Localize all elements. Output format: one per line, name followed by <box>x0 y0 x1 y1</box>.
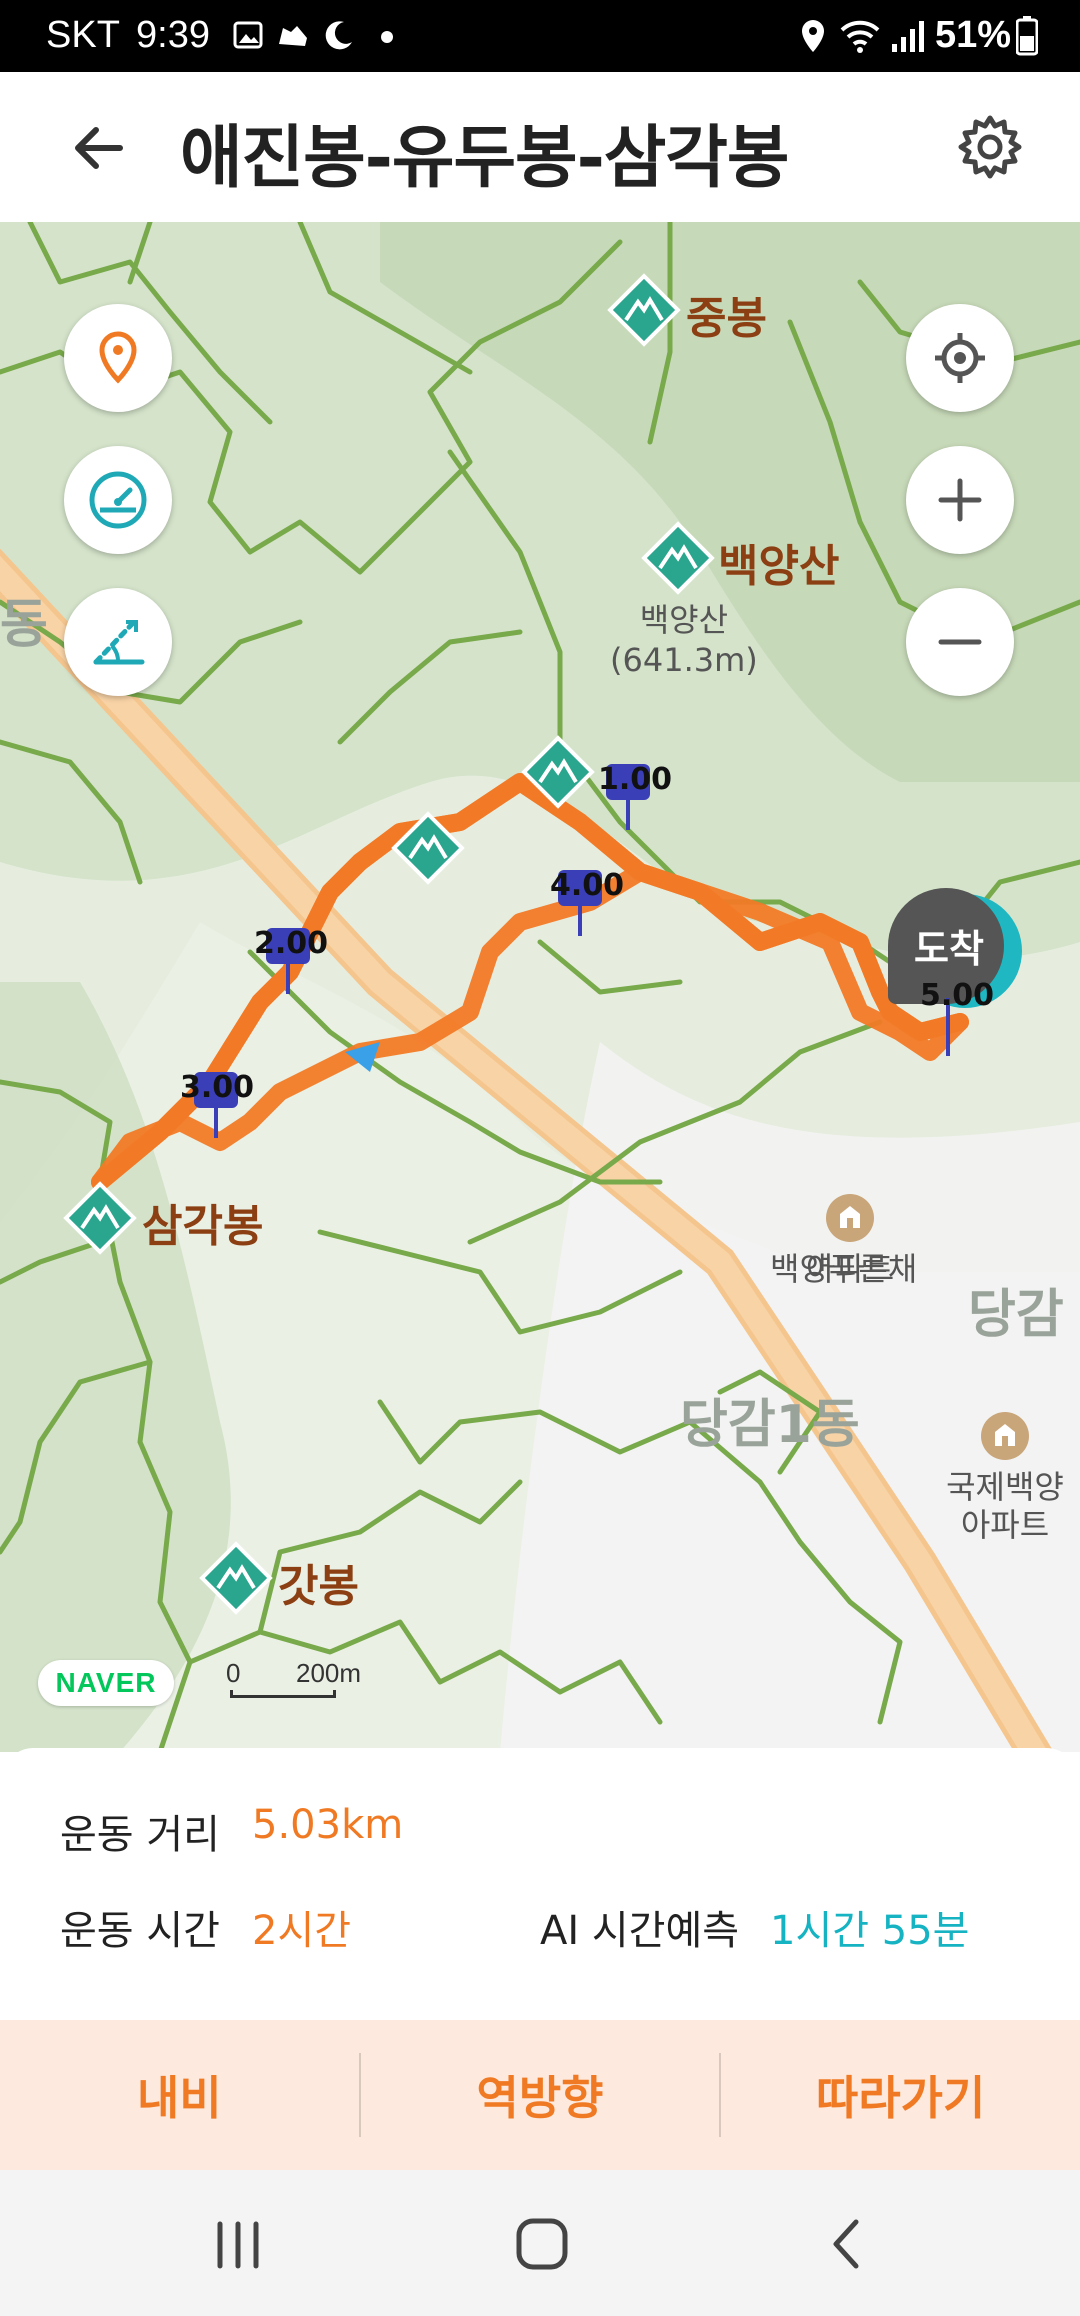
recent-apps-icon[interactable] <box>212 2220 264 2270</box>
navi-button[interactable]: 내비 <box>0 2020 359 2170</box>
naver-logo-text: NAVER <box>55 1667 157 1698</box>
distance-label: 운동 거리 <box>60 1812 220 1858</box>
zoom-in-button[interactable] <box>906 446 1014 554</box>
km-marker: 1.00 <box>598 762 672 836</box>
stats-panel: 운동 거리 5.03km 운동 시간 2시간 AI 시간예측 1시간 55분 <box>0 1748 1080 2018</box>
plus-icon <box>938 478 982 522</box>
status-bar: SKT 9:39 51% <box>0 0 1080 72</box>
peak-label: 삼각봉 <box>142 1201 264 1252</box>
shoe-icon <box>279 26 307 46</box>
peak-elevation-value: (641.3m) <box>610 641 758 679</box>
area-label-danggam: 당감 <box>968 1285 1064 1345</box>
dot-icon <box>381 31 393 43</box>
peak-label: 중봉 <box>686 293 767 344</box>
back-icon[interactable] <box>826 2218 866 2270</box>
poi-apartment[interactable]: 국제백양 아파트 <box>925 1410 1080 1544</box>
clock-text: 9:39 <box>136 14 210 56</box>
poi-apartment[interactable]: 백양푸른채 아파트 <box>770 1192 930 1288</box>
poi-label-line2: 아파트 <box>960 1506 1050 1544</box>
gallery-icon <box>233 21 263 49</box>
map-view[interactable]: 동 당감1동 당감 중봉 백양산 백양산 (641.3m) 삼각봉 갓봉 백양푸… <box>0 222 1080 1752</box>
area-label-danggam1: 당감1동 <box>680 1395 860 1455</box>
scale-zero: 0 <box>226 1658 241 1688</box>
mountain-icon <box>199 1541 273 1615</box>
my-location-button[interactable] <box>906 304 1014 412</box>
ai-estimate-label: AI 시간예측 <box>540 1908 740 1954</box>
mountain-icon[interactable] <box>388 808 468 888</box>
distance-value: 5.03km <box>252 1802 404 1848</box>
wifi-icon <box>840 20 880 53</box>
km-marker: 5.00 <box>918 978 994 1062</box>
location-icon <box>802 20 824 52</box>
peak-marker-jungbong[interactable]: 중봉 <box>604 270 767 354</box>
map-pin-icon <box>99 331 137 384</box>
reverse-button[interactable]: 역방향 <box>361 2020 720 2170</box>
mountain-icon <box>641 521 715 595</box>
action-bar: 내비 역방향 따라가기 <box>0 2020 1080 2170</box>
time-value: 2시간 <box>252 1908 352 1954</box>
system-nav-bar <box>0 2170 1080 2316</box>
moon-icon <box>325 21 352 50</box>
km-label: 4.00 <box>550 868 625 903</box>
ai-estimate-value: 1시간 55분 <box>770 1908 970 1954</box>
minus-icon <box>938 639 982 645</box>
building-icon <box>981 1412 1029 1460</box>
peak-marker-baegyangsan[interactable]: 백양산 <box>638 518 839 602</box>
poi-label-line1: 백양푸른채 <box>770 1250 918 1288</box>
peak-marker-samgakbong[interactable]: 삼각봉 <box>60 1178 263 1262</box>
peak-elevation-name: 백양산 <box>639 601 729 639</box>
scale-distance: 200m <box>296 1658 362 1688</box>
building-icon <box>826 1194 874 1242</box>
slope-angle-icon <box>93 619 145 665</box>
km-marker: 3.00 <box>180 1070 254 1144</box>
speedometer-icon <box>89 471 147 529</box>
marker-button[interactable] <box>64 304 172 412</box>
mountain-icon[interactable] <box>518 732 598 812</box>
arrival-label: 도착 <box>914 927 984 971</box>
time-label: 운동 시간 <box>60 1908 220 1954</box>
zoom-out-button[interactable] <box>906 588 1014 696</box>
km-label: 2.00 <box>254 926 329 961</box>
area-label-dong: 동 <box>0 595 48 655</box>
poi-label-line1: 국제백양 <box>946 1468 1064 1506</box>
km-marker: 4.00 <box>550 868 624 942</box>
peak-label: 갓봉 <box>278 1561 359 1612</box>
km-label: 3.00 <box>180 1070 255 1105</box>
peak-label: 백양산 <box>718 541 840 592</box>
mountain-icon <box>607 273 681 347</box>
gear-icon[interactable] <box>955 112 1025 182</box>
slope-button[interactable] <box>64 588 172 696</box>
speed-button[interactable] <box>64 446 172 554</box>
follow-button[interactable]: 따라가기 <box>721 2020 1080 2170</box>
page-title: 애진봉-유두봉-삼각봉 <box>180 119 789 198</box>
home-icon[interactable] <box>514 2216 570 2272</box>
km-label: 1.00 <box>598 762 673 797</box>
app-header: 애진봉-유두봉-삼각봉 <box>0 72 1080 222</box>
carrier-text: SKT <box>46 14 120 56</box>
peak-marker-gatbong[interactable]: 갓봉 <box>196 1538 359 1622</box>
km-marker: 2.00 <box>254 926 328 1000</box>
mountain-icon <box>63 1181 137 1255</box>
battery-text: 51% <box>935 14 1012 56</box>
peak-elevation-label: 백양산 (641.3m) <box>610 600 758 680</box>
km-label: 5.00 <box>920 978 995 1013</box>
crosshair-icon <box>935 333 985 383</box>
scale-bar: 0 200m <box>226 1658 361 1698</box>
back-arrow-icon[interactable] <box>60 108 140 188</box>
battery-icon <box>1016 16 1038 56</box>
naver-logo: NAVER <box>38 1660 174 1706</box>
signal-icon <box>892 21 924 52</box>
